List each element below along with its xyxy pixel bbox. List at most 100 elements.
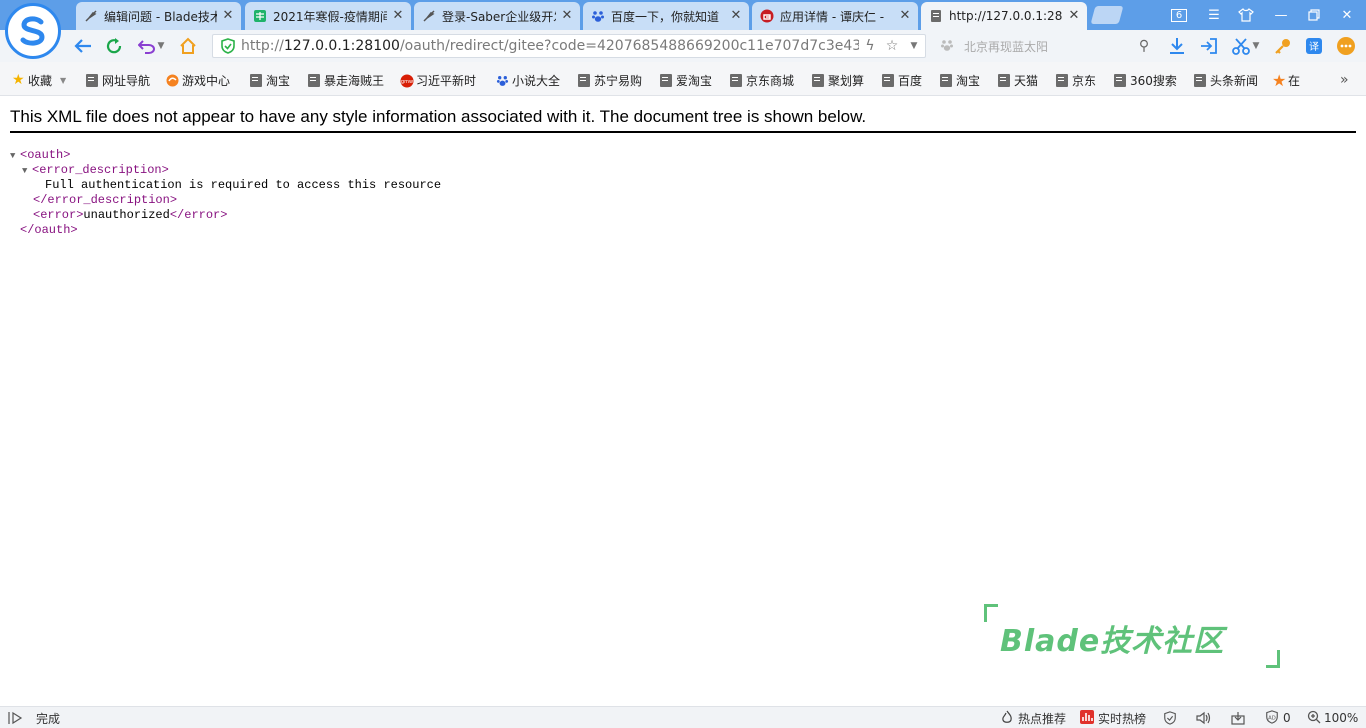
tab-baidu[interactable]: 百度一下，你就知道 ✕	[583, 2, 749, 30]
feather-icon	[422, 9, 436, 23]
bookmark-item[interactable]: 淘宝	[940, 72, 980, 88]
svg-text:gmw: gmw	[401, 79, 413, 85]
page-icon	[929, 9, 943, 23]
back-icon[interactable]	[72, 35, 94, 57]
maximize-icon[interactable]	[1304, 6, 1324, 24]
close-icon[interactable]: ✕	[560, 9, 574, 23]
bookmark-item[interactable]: 小说大全	[496, 72, 560, 88]
tab-label: 登录-Saber企业级开发	[442, 9, 556, 24]
tab-current-page[interactable]: http://127.0.0.1:281 ✕	[921, 2, 1087, 30]
tab-label: 2021年寒假-疫情期间	[273, 9, 387, 24]
page-icon	[940, 73, 952, 87]
bookmark-item[interactable]: 京东	[1056, 72, 1096, 88]
collapse-triangle-icon[interactable]: ▼	[22, 164, 32, 179]
xml-node-error: <error>unauthorized</error>	[33, 208, 228, 222]
chevron-down-icon[interactable]: ▼	[155, 35, 167, 57]
more-icon[interactable]	[1335, 35, 1357, 57]
page-icon	[882, 73, 894, 87]
search-box[interactable]: 北京再现蓝太阳 ⚲	[936, 34, 1154, 58]
menu-icon[interactable]: ☰	[1204, 6, 1224, 24]
address-toolbar: ▼ http://127.0.0.1:28100/oauth/redirect/…	[0, 30, 1366, 62]
tab-label: http://127.0.0.1:281	[949, 9, 1063, 23]
tab-label: 百度一下，你就知道	[611, 9, 720, 24]
address-bar[interactable]: http://127.0.0.1:28100/oauth/redirect/gi…	[212, 34, 926, 58]
bookmarks-bar: ★ 收藏 ▼ 网址导航 游戏中心 淘宝 暴走海贼王 gmw 习近平新时 小说大全…	[0, 62, 1366, 96]
bookmark-star-icon[interactable]: ☆	[881, 38, 903, 54]
bookmark-item[interactable]: 京东商城	[730, 72, 794, 88]
ad-block-counter[interactable]: AD 0	[1265, 709, 1291, 726]
tab-count-badge[interactable]: 6	[1169, 6, 1189, 24]
bookmark-item[interactable]: 聚划算	[812, 72, 864, 88]
security-shield-icon[interactable]	[1163, 710, 1177, 726]
bookmark-item[interactable]: 爱淘宝	[660, 72, 712, 88]
tab-saber-login[interactable]: 登录-Saber企业级开发 ✕	[414, 2, 580, 30]
tab-gitee-app[interactable]: 应用详情 - 谭庆仁 - ✕	[752, 2, 918, 30]
bookmark-item[interactable]: 淘宝	[250, 72, 290, 88]
sheet-icon	[253, 9, 267, 23]
minimize-icon[interactable]: —	[1271, 6, 1291, 24]
tab-winter-sheet[interactable]: 2021年寒假-疫情期间 ✕	[245, 2, 411, 30]
zoom-control[interactable]: 100%	[1307, 710, 1358, 726]
tab-edit-issue[interactable]: 编辑问题 - Blade技术 ✕	[76, 2, 241, 30]
home-icon[interactable]	[177, 35, 199, 57]
realtime-hot[interactable]: 实时热榜	[1080, 709, 1146, 726]
bookmark-item[interactable]: 天猫	[998, 72, 1038, 88]
translate-icon[interactable]: 译	[1303, 35, 1325, 57]
status-text: 完成	[36, 711, 61, 726]
sogou-s-icon	[20, 16, 45, 46]
refresh-icon[interactable]	[103, 35, 125, 57]
close-icon[interactable]: ✕	[221, 9, 235, 23]
scissors-icon[interactable]	[1230, 35, 1252, 57]
bookmark-item[interactable]: 360搜索	[1114, 72, 1177, 88]
bookmark-item[interactable]: 游戏中心	[166, 72, 230, 88]
page-content: This XML file does not appear to have an…	[0, 96, 1366, 706]
bookmark-item[interactable]: 暴走海贼王	[308, 72, 384, 88]
page-icon	[730, 73, 742, 87]
bookmark-item[interactable]: gmw 习近平新时	[400, 72, 476, 88]
close-icon[interactable]: ✕	[391, 9, 405, 23]
download-tray-icon[interactable]	[1231, 710, 1245, 726]
close-icon[interactable]: ✕	[1067, 9, 1081, 23]
star-icon: ★	[12, 71, 25, 88]
page-icon	[1114, 73, 1126, 87]
blade-watermark: Blade技术社区	[984, 604, 1280, 668]
xml-close-error-description: </error_description>	[33, 193, 178, 207]
baidu-paw-icon	[496, 74, 509, 87]
url-text[interactable]: http://127.0.0.1:28100/oauth/redirect/gi…	[241, 38, 859, 54]
lightning-icon[interactable]: ϟ	[859, 38, 881, 54]
chevron-down-icon: ▼	[60, 75, 67, 85]
new-tab-button[interactable]	[1090, 6, 1124, 24]
sidebar-toggle-icon[interactable]	[8, 710, 24, 726]
fire-icon	[1000, 710, 1014, 727]
login-icon[interactable]	[1198, 35, 1220, 57]
search-placeholder: 北京再现蓝太阳	[964, 39, 1049, 54]
browser-logo[interactable]	[5, 3, 61, 59]
download-icon[interactable]	[1166, 35, 1188, 57]
collapse-triangle-icon[interactable]: ▼	[10, 149, 20, 164]
feather-icon	[84, 9, 98, 23]
bookmark-favorites[interactable]: ★ 收藏 ▼	[12, 72, 66, 88]
close-icon[interactable]: ✕	[729, 9, 743, 23]
bookmark-item[interactable]: 网址导航	[86, 72, 150, 88]
svg-text:译: 译	[1309, 41, 1319, 53]
hot-recommend[interactable]: 热点推荐	[1000, 710, 1066, 726]
skin-icon[interactable]	[1236, 6, 1256, 24]
page-icon	[308, 73, 320, 87]
page-icon	[250, 73, 262, 87]
bookmark-item[interactable]: 百度	[882, 72, 922, 88]
close-icon[interactable]: ✕	[898, 9, 912, 23]
baidu-paw-icon	[940, 38, 956, 54]
xml-close-oauth: </oauth>	[20, 223, 78, 237]
close-window-icon[interactable]: ✕	[1337, 6, 1357, 24]
search-icon[interactable]: ⚲	[1134, 38, 1154, 54]
chevron-down-icon[interactable]: ▼	[1250, 35, 1262, 57]
key-icon[interactable]	[1272, 35, 1294, 57]
more-bookmarks-icon[interactable]: »	[1340, 72, 1349, 88]
bookmark-item[interactable]: 头条新闻	[1194, 72, 1258, 88]
bookmark-item[interactable]: ★ 在	[1272, 72, 1300, 88]
bookmark-item[interactable]: 苏宁易购	[578, 72, 642, 88]
zoom-icon	[1307, 710, 1321, 727]
chevron-down-icon[interactable]: ▼	[903, 41, 925, 51]
volume-icon[interactable]	[1196, 710, 1212, 726]
page-icon	[86, 73, 98, 87]
